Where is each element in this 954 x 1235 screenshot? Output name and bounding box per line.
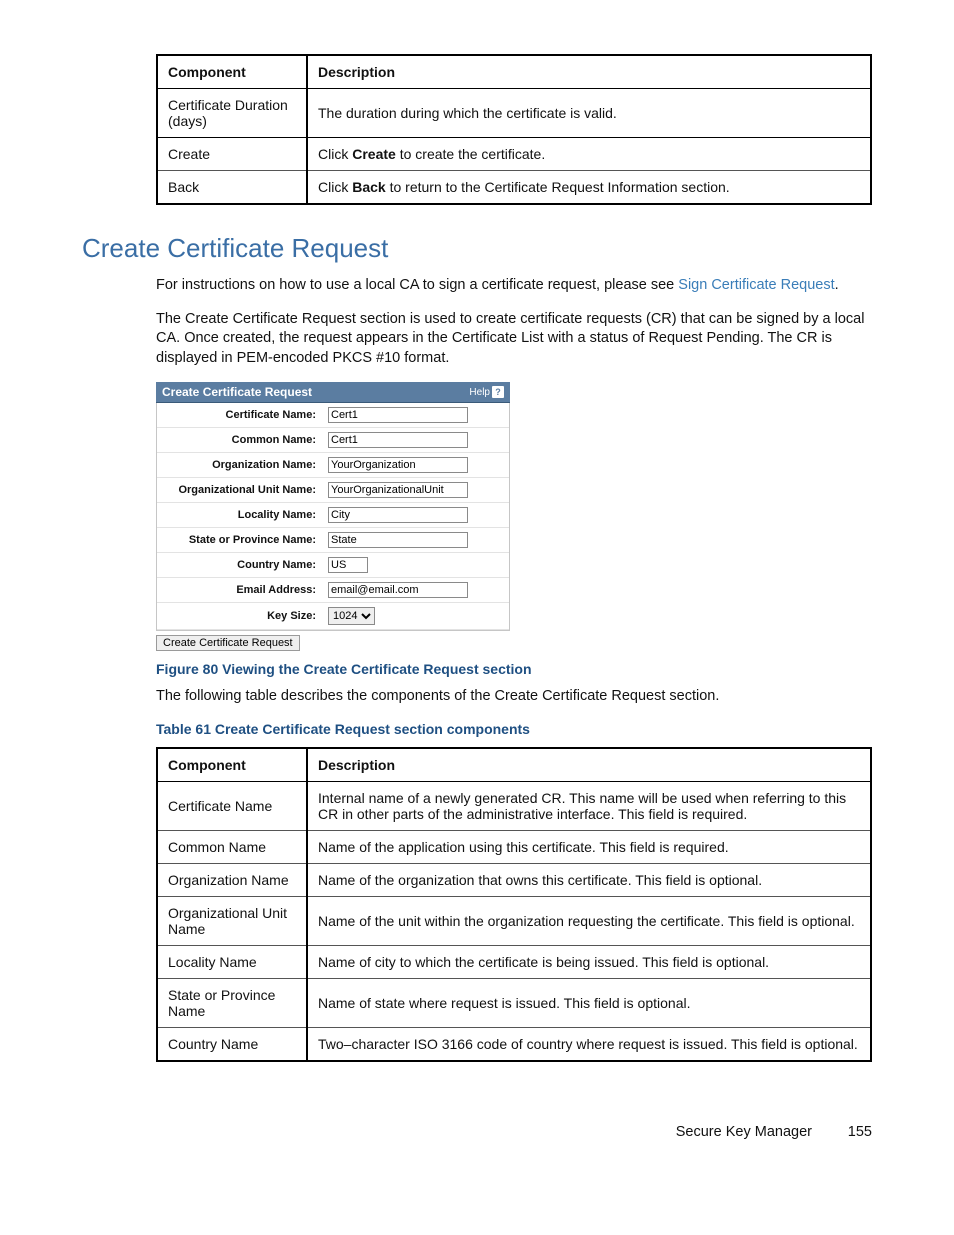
label-locality: Locality Name: — [157, 503, 322, 528]
input-org-name[interactable] — [328, 457, 468, 473]
help-link[interactable]: Help ? — [469, 386, 504, 398]
create-cert-request-button[interactable]: Create Certificate Request — [156, 635, 300, 651]
table-row: Country NameTwo–character ISO 3166 code … — [157, 1027, 871, 1061]
text: to create the certificate. — [396, 146, 545, 162]
col-header-component: Component — [157, 748, 307, 782]
help-label: Help — [469, 387, 490, 398]
help-icon: ? — [492, 386, 504, 398]
table-61: Component Description Certificate NameIn… — [156, 747, 872, 1062]
cell-description: Internal name of a newly generated CR. T… — [307, 781, 871, 830]
panel-title: Create Certificate Request — [162, 385, 312, 399]
input-locality[interactable] — [328, 507, 468, 523]
table-row: Common NameName of the application using… — [157, 830, 871, 863]
col-header-description: Description — [307, 55, 871, 89]
cell-description: Name of the organization that owns this … — [307, 863, 871, 896]
cell-component: Common Name — [157, 830, 307, 863]
label-country: Country Name: — [157, 553, 322, 578]
table-row: State or Province NameName of state wher… — [157, 978, 871, 1027]
cell-description: Name of the unit within the organization… — [307, 896, 871, 945]
cell-description: The duration during which the certificat… — [307, 89, 871, 138]
text-bold: Back — [352, 179, 385, 195]
cell-component: Back — [157, 171, 307, 205]
table-row: Organizational Unit NameName of the unit… — [157, 896, 871, 945]
paragraph: For instructions on how to use a local C… — [156, 276, 872, 296]
input-common-name[interactable] — [328, 432, 468, 448]
text-bold: Create — [352, 146, 396, 162]
cell-description: Name of city to which the certificate is… — [307, 945, 871, 978]
page: Component Description Certificate Durati… — [0, 0, 954, 1180]
page-footer: Secure Key Manager 155 — [82, 1124, 872, 1140]
cell-component: Organization Name — [157, 863, 307, 896]
table-row: Locality NameName of city to which the c… — [157, 945, 871, 978]
create-cert-request-panel: Create Certificate Request Help ? Certif… — [156, 382, 510, 651]
cell-description: Click Create to create the certificate. — [307, 138, 871, 171]
table-caption: Table 61 Create Certificate Request sect… — [156, 721, 872, 737]
input-state[interactable] — [328, 532, 468, 548]
input-ou-name[interactable] — [328, 482, 468, 498]
input-country[interactable] — [328, 557, 368, 573]
section-heading: Create Certificate Request — [82, 233, 872, 264]
text: to return to the Certificate Request Inf… — [386, 179, 730, 195]
input-email[interactable] — [328, 582, 468, 598]
table-row: Organization NameName of the organizatio… — [157, 863, 871, 896]
link-sign-certificate-request[interactable]: Sign Certificate Request — [678, 277, 834, 293]
label-ou-name: Organizational Unit Name: — [157, 478, 322, 503]
label-cert-name: Certificate Name: — [157, 403, 322, 428]
col-header-component: Component — [157, 55, 307, 89]
form-table: Certificate Name: Common Name: Organizat… — [157, 403, 509, 630]
cell-component: Locality Name — [157, 945, 307, 978]
input-cert-name[interactable] — [328, 407, 468, 423]
label-org-name: Organization Name: — [157, 453, 322, 478]
paragraph: The Create Certificate Request section i… — [156, 310, 872, 369]
table-row: Certificate NameInternal name of a newly… — [157, 781, 871, 830]
label-keysize: Key Size: — [157, 603, 322, 630]
page-number: 155 — [832, 1124, 872, 1140]
cell-description: Click Back to return to the Certificate … — [307, 171, 871, 205]
cell-description: Name of the application using this certi… — [307, 830, 871, 863]
footer-title: Secure Key Manager — [676, 1124, 812, 1140]
cell-description: Name of state where request is issued. T… — [307, 978, 871, 1027]
cell-component: State or Province Name — [157, 978, 307, 1027]
label-email: Email Address: — [157, 578, 322, 603]
text: For instructions on how to use a local C… — [156, 277, 678, 293]
figure-caption: Figure 80 Viewing the Create Certificate… — [156, 661, 872, 677]
text: Click — [318, 179, 352, 195]
col-header-description: Description — [307, 748, 871, 782]
cell-component: Certificate Duration (days) — [157, 89, 307, 138]
panel-header: Create Certificate Request Help ? — [156, 382, 510, 403]
cell-component: Certificate Name — [157, 781, 307, 830]
text: . — [835, 277, 839, 293]
table-row: Certificate Duration (days) The duration… — [157, 89, 871, 138]
table-row: Create Click Create to create the certif… — [157, 138, 871, 171]
cell-component: Organizational Unit Name — [157, 896, 307, 945]
text: Click — [318, 146, 352, 162]
cell-component: Create — [157, 138, 307, 171]
table-row: Back Click Back to return to the Certifi… — [157, 171, 871, 205]
cell-description: Two–character ISO 3166 code of country w… — [307, 1027, 871, 1061]
paragraph: The following table describes the compon… — [156, 687, 872, 707]
label-state: State or Province Name: — [157, 528, 322, 553]
select-keysize[interactable]: 1024 — [328, 607, 375, 625]
cell-component: Country Name — [157, 1027, 307, 1061]
table-top: Component Description Certificate Durati… — [156, 54, 872, 205]
label-common-name: Common Name: — [157, 428, 322, 453]
